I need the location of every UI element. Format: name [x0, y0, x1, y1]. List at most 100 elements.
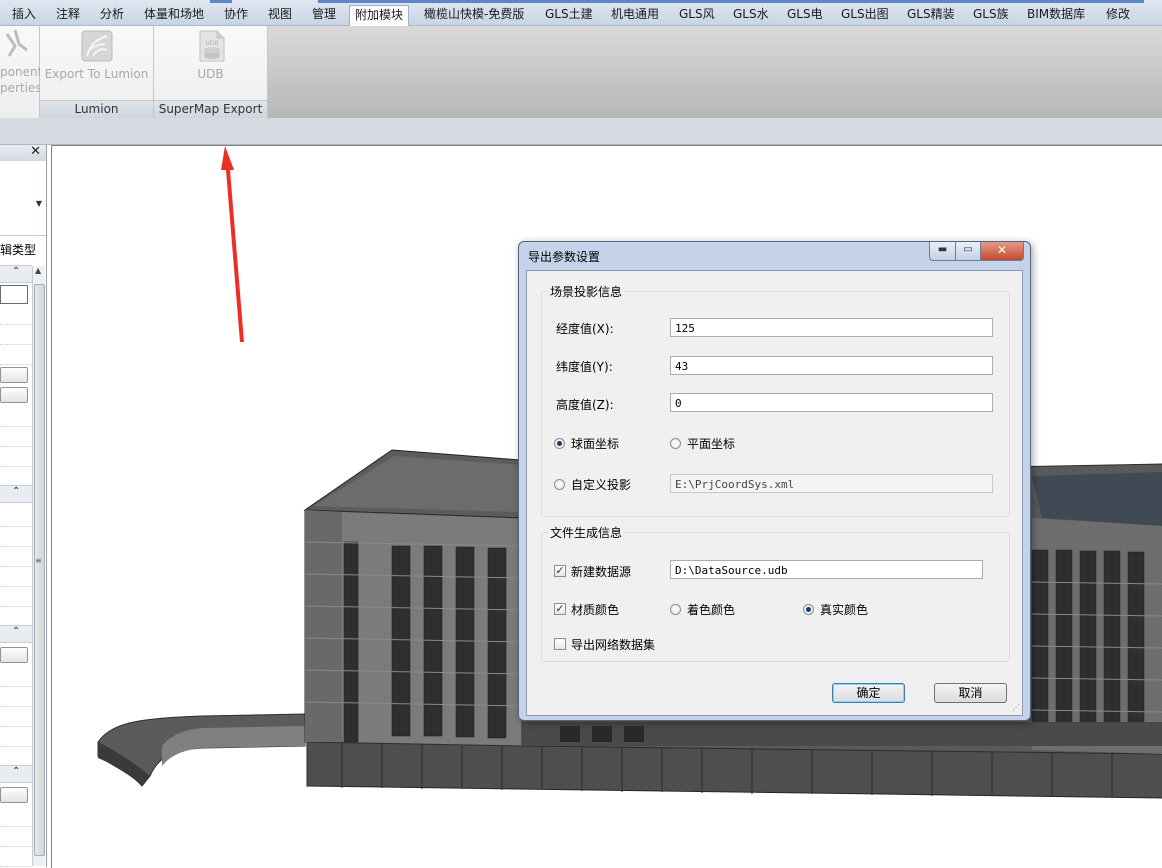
property-row[interactable]	[0, 407, 32, 427]
scroll-up-icon[interactable]: ▲	[35, 266, 41, 275]
property-button[interactable]	[0, 787, 28, 803]
udb-icon-text: UDB	[205, 40, 218, 47]
property-row[interactable]	[0, 827, 32, 847]
tab-gls-hvac[interactable]: GLS风	[679, 5, 715, 23]
ribbon-panel-partial: ponent perties	[0, 26, 42, 118]
lumion-icon	[81, 30, 112, 62]
property-row[interactable]	[0, 547, 32, 567]
property-button[interactable]	[0, 387, 28, 403]
group-legend: 场景投影信息	[548, 283, 625, 300]
close-button[interactable]: ✕	[981, 242, 1024, 261]
property-row[interactable]	[0, 325, 32, 345]
property-row[interactable]	[0, 607, 32, 627]
collapse-icon[interactable]: ⌃	[12, 766, 20, 777]
property-group-header[interactable]: ⌃	[0, 485, 32, 503]
export-parameters-dialog: 导出参数设置 ▬ ▭ ✕ 场景投影信息 经度值(X): 125 纬度值(Y): …	[518, 241, 1031, 721]
spherical-coords-label[interactable]: 球面坐标	[571, 435, 619, 452]
new-datasource-checkbox[interactable]: ✓	[554, 565, 566, 577]
tab-insert[interactable]: 插入	[12, 5, 36, 23]
property-row[interactable]	[0, 727, 32, 747]
property-group-header[interactable]: ⌃	[0, 265, 32, 283]
altitude-label: 高度值(Z):	[556, 398, 614, 412]
property-row[interactable]	[0, 807, 32, 827]
custom-projection-radio[interactable]	[554, 479, 565, 490]
tab-annotate[interactable]: 注释	[56, 5, 80, 23]
cancel-button[interactable]: 取消	[934, 683, 1007, 703]
minimize-button[interactable]: ▬	[929, 242, 956, 261]
scrollbar-thumb[interactable]	[34, 284, 45, 856]
datasource-path-input[interactable]: D:\DataSource.udb	[670, 560, 983, 579]
altitude-input[interactable]: 0	[670, 393, 993, 412]
property-row[interactable]	[0, 305, 32, 325]
tab-gls-family[interactable]: GLS族	[973, 5, 1009, 23]
property-row[interactable]	[0, 847, 32, 867]
tab-gls-civil[interactable]: GLS土建	[545, 5, 593, 23]
properties-scrollbar[interactable]: ▲ ≡	[32, 266, 45, 866]
property-row[interactable]	[0, 467, 32, 487]
property-button[interactable]	[0, 367, 28, 383]
properties-panel: ✕ ▼ 辑类型 ⌃ ⌃ ⌃ ⌃ ▲ ≡	[0, 144, 47, 867]
new-datasource-label[interactable]: 新建数据源	[571, 563, 631, 580]
tab-view[interactable]: 视图	[268, 5, 292, 23]
udb-export-button[interactable]: UDB UDB	[154, 30, 267, 82]
tab-bim-database[interactable]: BIM数据库	[1027, 5, 1085, 23]
close-icon[interactable]: ✕	[30, 144, 41, 159]
maximize-button[interactable]: ▭	[956, 242, 981, 261]
custom-projection-path-input[interactable]: E:\PrjCoordSys.xml	[670, 474, 993, 493]
property-row[interactable]	[0, 747, 32, 767]
export-to-lumion-button[interactable]: Export To Lumion	[40, 30, 153, 82]
tab-manage[interactable]: 管理	[312, 5, 336, 23]
tab-modify[interactable]: 修改	[1106, 5, 1130, 23]
resize-grip-icon[interactable]: ⋰	[1012, 703, 1020, 712]
tab-olive-mountain[interactable]: 橄榄山快模-免费版	[424, 5, 524, 23]
property-row[interactable]	[0, 667, 32, 687]
button-label: perties	[0, 81, 42, 95]
dropdown-arrow-icon[interactable]: ▼	[36, 199, 42, 208]
tab-add-ins[interactable]: 附加模块	[349, 5, 410, 26]
ribbon-panel-supermap-export: UDB UDB SuperMap Export	[154, 26, 268, 118]
tab-gls-electric[interactable]: GLS电	[787, 5, 823, 23]
real-color-label[interactable]: 真实颜色	[820, 601, 868, 618]
property-row[interactable]	[0, 527, 32, 547]
property-row[interactable]	[0, 707, 32, 727]
type-selector[interactable]: ▼	[0, 161, 46, 236]
property-row[interactable]	[0, 687, 32, 707]
ok-button[interactable]: 确定	[832, 683, 905, 703]
tab-gls-drawing[interactable]: GLS出图	[841, 5, 889, 23]
export-network-dataset-checkbox[interactable]	[554, 638, 566, 650]
property-value-field[interactable]	[0, 285, 28, 304]
property-row[interactable]	[0, 345, 32, 365]
property-row[interactable]	[0, 507, 32, 527]
spherical-coords-radio[interactable]	[554, 438, 565, 449]
tab-massing-site[interactable]: 体量和场地	[144, 5, 204, 23]
material-color-label[interactable]: 材质颜色	[571, 601, 619, 618]
property-group-header[interactable]: ⌃	[0, 765, 32, 783]
planar-coords-label[interactable]: 平面坐标	[687, 435, 735, 452]
shading-color-radio[interactable]	[670, 604, 681, 615]
longitude-input[interactable]: 125	[670, 318, 993, 337]
tab-analyze[interactable]: 分析	[100, 5, 124, 23]
edit-type-button[interactable]: 辑类型	[0, 241, 36, 258]
custom-projection-label[interactable]: 自定义投影	[571, 476, 631, 493]
tab-mep-general[interactable]: 机电通用	[611, 5, 659, 23]
tab-gls-water[interactable]: GLS水	[733, 5, 769, 23]
collapse-icon[interactable]: ⌃	[12, 266, 20, 277]
property-group-header[interactable]: ⌃	[0, 625, 32, 643]
latitude-input[interactable]: 43	[670, 356, 993, 375]
property-row[interactable]	[0, 447, 32, 467]
panel-footer-lumion: Lumion	[40, 100, 153, 118]
tab-gls-finish[interactable]: GLS精装	[907, 5, 955, 23]
material-color-checkbox[interactable]: ✓	[554, 603, 566, 615]
component-properties-button[interactable]: ponent perties	[0, 26, 42, 96]
collapse-icon[interactable]: ⌃	[12, 626, 20, 637]
real-color-radio[interactable]	[803, 604, 814, 615]
export-network-dataset-label[interactable]: 导出网络数据集	[571, 636, 655, 653]
property-row[interactable]	[0, 587, 32, 607]
tab-collaborate[interactable]: 协作	[224, 5, 248, 23]
collapse-icon[interactable]: ⌃	[12, 486, 20, 497]
property-row[interactable]	[0, 567, 32, 587]
property-button[interactable]	[0, 647, 28, 663]
property-row[interactable]	[0, 427, 32, 447]
planar-coords-radio[interactable]	[670, 438, 681, 449]
shading-color-label[interactable]: 着色颜色	[687, 601, 735, 618]
